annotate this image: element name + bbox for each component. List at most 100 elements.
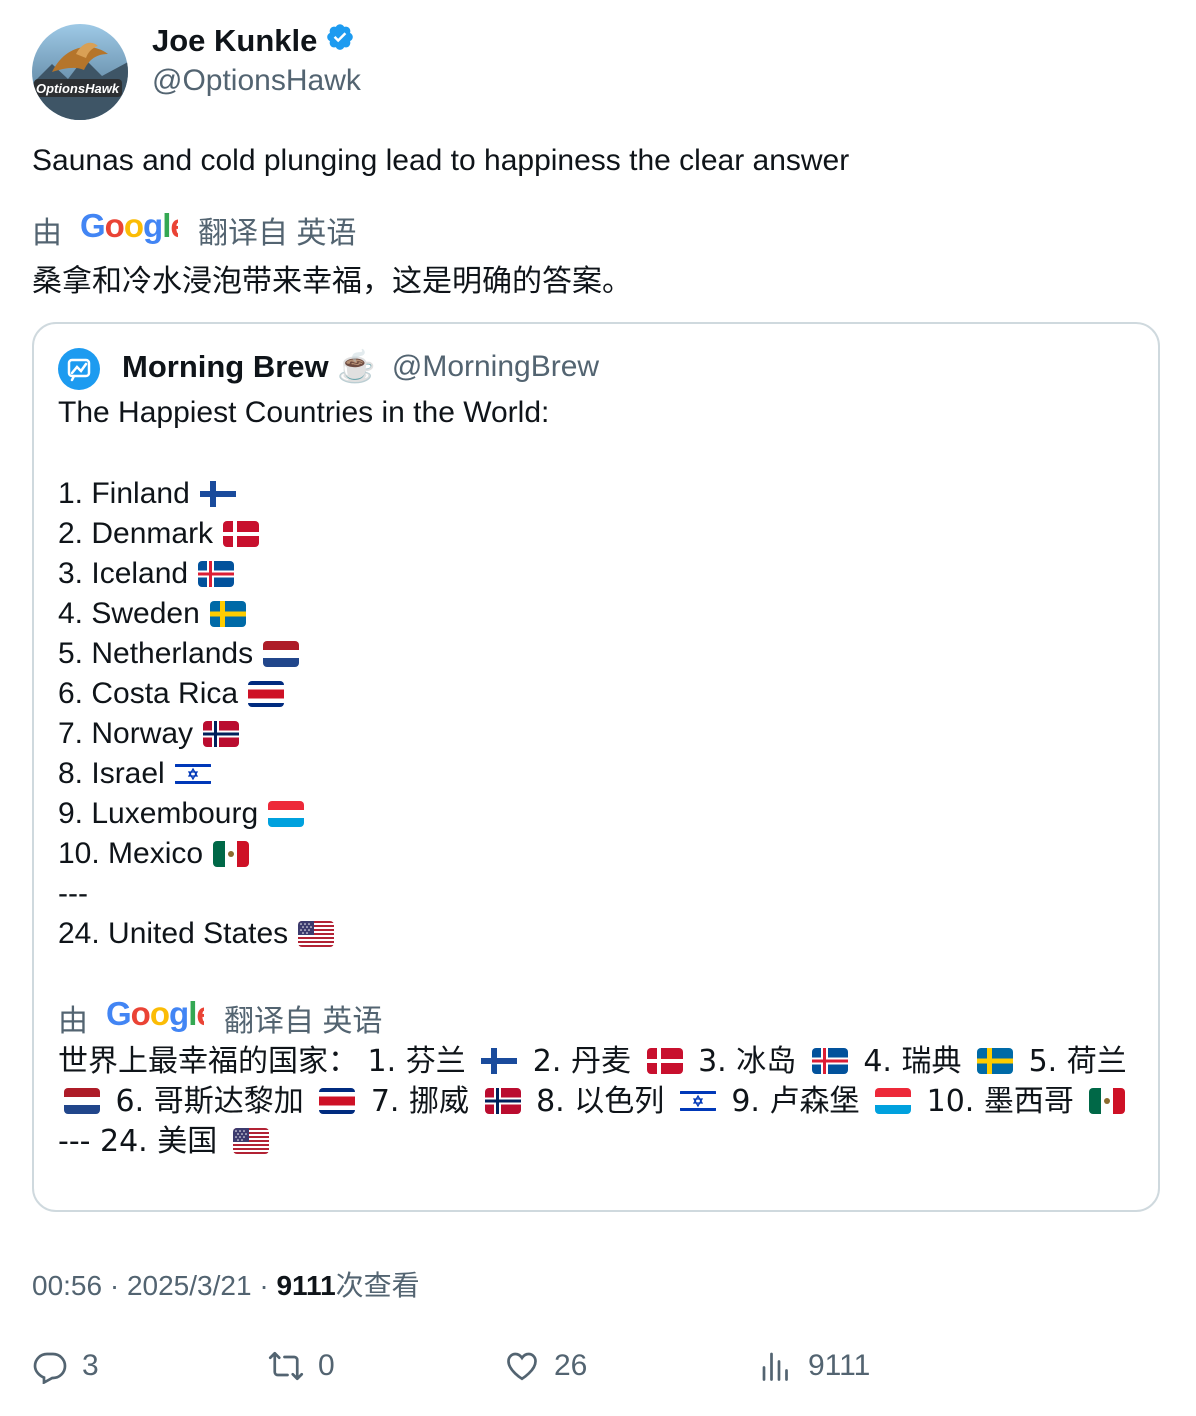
quote-avatar[interactable] — [58, 348, 100, 390]
country-label: 3. Iceland — [58, 557, 189, 590]
country-label: --- — [58, 877, 88, 910]
country-list-item: 10. Mexico — [58, 834, 334, 874]
tweet-meta: 00:56 · 2025/3/21 · 9111次查看 — [32, 1270, 420, 1301]
verified-badge-icon — [325, 22, 355, 60]
flag-fi-icon — [199, 481, 236, 507]
svg-text:Google: Google — [106, 996, 204, 1032]
quote-translation-attribution: 由 Google 翻译自 英语 — [58, 995, 383, 1040]
repost-icon — [268, 1351, 304, 1381]
heart-icon — [507, 1352, 537, 1381]
author-name-text: Joe Kunkle — [152, 23, 318, 58]
country-list: 1. Finland 2. Denmark 3. Iceland 4. Sweden 5… — [58, 474, 335, 954]
country-label: 24. United States — [58, 917, 289, 950]
translated-tweet-text: 桑拿和冷水浸泡带来幸福，这是明确的答案。 — [32, 264, 632, 299]
translated-item: 8. 以色列 — [536, 1084, 665, 1119]
country-list-item: 4. Sweden — [58, 594, 334, 634]
avatar-logo-text: OptionsHawk — [36, 81, 120, 96]
country-list-item: 1. Finland — [58, 474, 334, 514]
country-list-item: 2. Denmark — [58, 514, 334, 554]
google-logo-icon: Google — [106, 995, 215, 1040]
quote-translated-text: 世界上最幸福的国家： 1. 芬兰 2. 丹麦 3. 冰岛 4. 瑞典 5. 荷兰… — [58, 1042, 1142, 1162]
flag-se-icon — [977, 1047, 1014, 1074]
translated-item: 4. 瑞典 — [863, 1044, 962, 1079]
flag-lu-icon — [268, 801, 305, 827]
translated-item: 6. 哥斯达黎加 — [115, 1084, 304, 1119]
country-list-item: 5. Netherlands — [58, 634, 334, 674]
flag-is-icon — [811, 1047, 848, 1074]
translated-item: 3. 冰岛 — [698, 1044, 797, 1079]
flag-us-icon — [298, 921, 335, 947]
reply-icon — [33, 1352, 67, 1384]
translated-item: 世界上最幸福的国家： 1. 芬兰 — [58, 1044, 466, 1079]
country-label: 1. Finland — [58, 477, 190, 510]
flag-cr-icon — [319, 1087, 356, 1114]
flag-us-icon — [232, 1127, 269, 1154]
translate-suffix: 翻译自 英语 — [198, 217, 357, 250]
tweet-text: Saunas and cold plunging lead to happine… — [32, 144, 850, 177]
quote-display-name: Morning Brew ☕️ — [122, 349, 376, 384]
repost-count: 0 — [318, 1349, 335, 1382]
country-list-item: 8. Israel — [58, 754, 334, 794]
flag-il-icon — [679, 1087, 716, 1114]
translated-item: 5. 荷兰 — [1028, 1044, 1127, 1079]
country-label: 5. Netherlands — [58, 637, 254, 670]
repost-button[interactable]: 0 — [268, 1348, 335, 1384]
author-display-name[interactable]: Joe Kunkle — [152, 22, 355, 60]
flag-dk-icon — [646, 1047, 683, 1074]
flag-cr-icon — [248, 681, 285, 707]
flag-il-icon — [174, 761, 211, 787]
quote-title: The Happiest Countries in the World: — [58, 396, 550, 429]
flag-no-icon — [203, 721, 240, 747]
country-label: 2. Denmark — [58, 517, 214, 550]
author-avatar[interactable]: OptionsHawk — [32, 24, 128, 120]
tweet-date[interactable]: 2025/3/21 — [127, 1270, 252, 1301]
country-label: 6. Costa Rica — [58, 677, 239, 710]
flag-lu-icon — [875, 1087, 912, 1114]
translate-prefix: 由 — [32, 217, 62, 250]
views-label: 次查看 — [335, 1270, 420, 1301]
flag-mx-icon — [213, 841, 250, 867]
translate-prefix: 由 — [58, 1005, 88, 1038]
reply-button[interactable]: 3 — [32, 1348, 99, 1384]
country-list-item: --- — [58, 874, 334, 914]
like-count: 26 — [554, 1349, 588, 1382]
country-list-item: 7. Norway — [58, 714, 334, 754]
flag-se-icon — [209, 601, 246, 627]
action-bar: 3 0 26 9111 — [0, 1348, 1196, 1392]
reply-count: 3 — [82, 1349, 99, 1382]
views-count: 9111 — [276, 1270, 336, 1301]
svg-text:Google: Google — [80, 208, 178, 244]
country-list-item: 3. Iceland — [58, 554, 334, 594]
bar-chart-icon — [762, 1352, 788, 1381]
translated-item: 7. 挪威 — [370, 1084, 469, 1119]
like-button[interactable]: 26 — [504, 1348, 587, 1384]
flag-nl-icon — [263, 641, 300, 667]
country-label: 4. Sweden — [58, 597, 200, 630]
quoted-tweet-card[interactable]: Morning Brew ☕️ @MorningBrew The Happies… — [32, 322, 1160, 1212]
flag-no-icon — [484, 1087, 521, 1114]
country-label: 10. Mexico — [58, 837, 204, 870]
tweet-time[interactable]: 00:56 — [32, 1270, 102, 1301]
country-list-item: 24. United States — [58, 914, 335, 954]
flag-is-icon — [198, 561, 235, 587]
quote-author[interactable]: Morning Brew ☕️ @MorningBrew — [122, 348, 599, 385]
translation-attribution: 由 Google 翻译自 英语 — [32, 207, 357, 252]
translate-suffix: 翻译自 英语 — [224, 1005, 383, 1038]
translated-item: 9. 卢森堡 — [731, 1084, 860, 1119]
country-list-item: 6. Costa Rica — [58, 674, 334, 714]
flag-dk-icon — [223, 521, 260, 547]
country-list-item: 9. Luxembourg — [58, 794, 334, 834]
views-button[interactable]: 9111 — [758, 1348, 870, 1384]
country-label: 8. Israel — [58, 757, 165, 790]
quote-handle: @MorningBrew — [391, 349, 600, 383]
author-handle[interactable]: @OptionsHawk — [152, 64, 361, 98]
flag-nl-icon — [64, 1087, 100, 1114]
google-logo-icon: Google — [80, 207, 189, 252]
flag-mx-icon — [1089, 1087, 1126, 1114]
country-label: 7. Norway — [58, 717, 194, 750]
country-label: 9. Luxembourg — [58, 797, 259, 830]
views-action-count: 9111 — [808, 1349, 871, 1382]
translated-item: --- 24. 美国 — [58, 1124, 218, 1159]
translated-item: 10. 墨西哥 — [926, 1084, 1074, 1119]
flag-fi-icon — [481, 1047, 518, 1074]
